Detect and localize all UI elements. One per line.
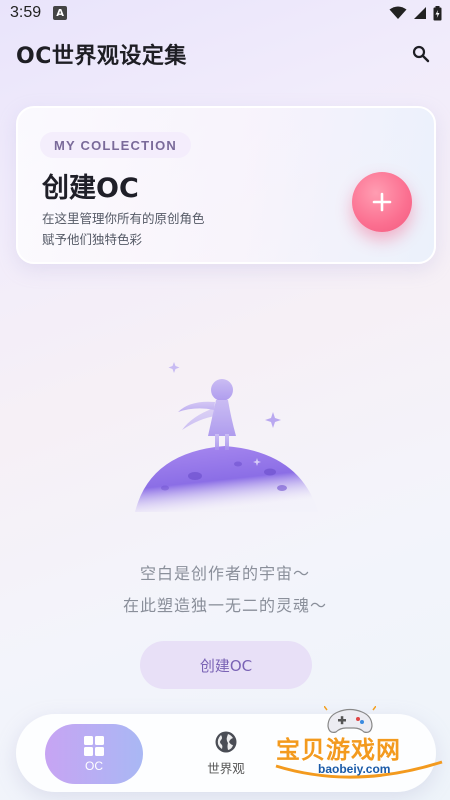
watermark-title: 宝贝游戏网 [276, 736, 401, 764]
card-desc-line1: 在这里管理你所有的原创角色 [42, 211, 205, 226]
watermark-url: baobeiy.com [318, 762, 391, 776]
search-button[interactable] [408, 41, 434, 67]
tab-oc-label: OC [85, 759, 103, 773]
page-title: OC世界观设定集 [16, 44, 187, 69]
search-icon [412, 45, 430, 63]
create-oc-button[interactable]: 创建OC [140, 641, 312, 689]
tab-worldview[interactable]: 世界观 [191, 730, 261, 780]
status-bar: 3:59 A [0, 0, 450, 26]
globe-icon [215, 731, 237, 753]
create-oc-card[interactable]: MY COLLECTION 创建OC 在这里管理你所有的原创角色 赋予他们独特色… [16, 106, 436, 264]
card-description: 在这里管理你所有的原创角色 赋予他们独特色彩 [42, 208, 205, 250]
grid-icon [84, 736, 104, 756]
app-header: OC世界观设定集 [16, 36, 434, 72]
notification-a-icon: A [53, 6, 68, 20]
plus-icon [372, 192, 392, 212]
empty-state-line1: 空白是创作者的宇宙～ [139, 564, 310, 583]
battery-icon [433, 5, 442, 20]
status-time: 3:59 [10, 4, 42, 21]
tab-worldview-label: 世界观 [207, 761, 245, 776]
status-icons [389, 5, 442, 21]
site-watermark: 宝贝游戏网 baobeiy.com [268, 704, 450, 794]
card-desc-line2: 赋予他们独特色彩 [42, 232, 143, 247]
card-title: 创建OC [42, 173, 139, 204]
add-oc-button[interactable] [352, 172, 412, 232]
empty-state-illustration [135, 362, 318, 512]
wifi-icon [389, 6, 407, 19]
tab-oc[interactable]: OC [45, 724, 143, 784]
collection-badge: MY COLLECTION [40, 132, 191, 158]
empty-state-line2: 在此塑造独一无二的灵魂～ [122, 596, 327, 615]
signal-icon [414, 7, 426, 19]
